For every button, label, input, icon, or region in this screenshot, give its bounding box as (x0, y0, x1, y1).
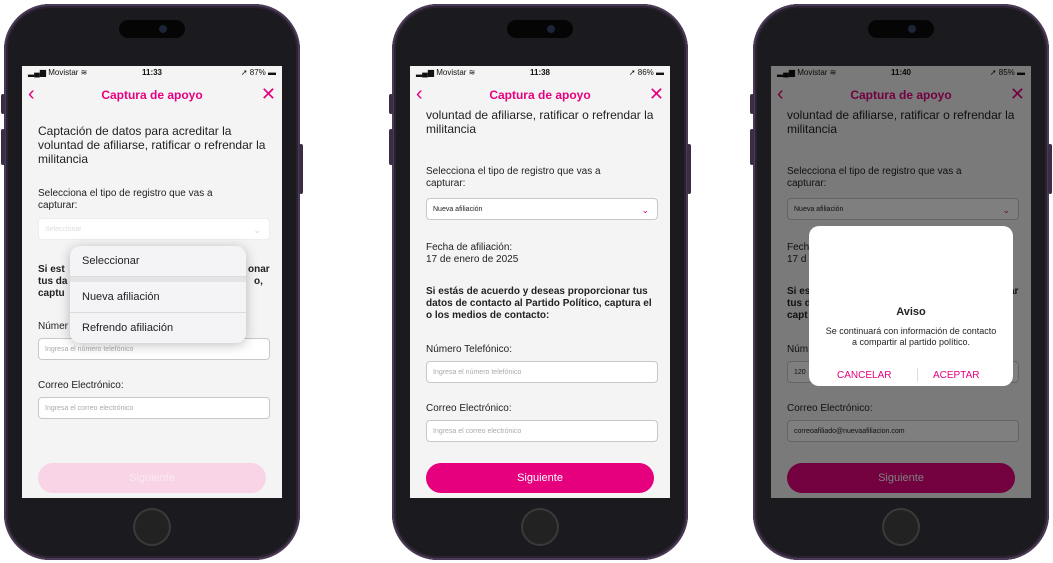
registration-type-label: Selecciona el tipo de registro que vas a… (38, 188, 213, 211)
registration-type-select[interactable]: Nueva afiliación⌄ (426, 198, 658, 220)
phone-1: ▂▄▆ Movistar ≋ 11:33 ➚ 87% ▬ ‹ Captura d… (1, 4, 303, 560)
screen-contact-form: ▂▄▆ Movistar ≋ 11:38 ➚ 86% ▬ ‹ Captura d… (410, 66, 670, 498)
chevron-down-icon: ⌄ (253, 225, 261, 235)
nav-bar: ‹ Captura de apoyo ✕ (410, 82, 670, 110)
contact-consent-text: Si estás de acuerdo y deseas proporciona… (426, 286, 652, 321)
alert-title: Aviso (896, 306, 926, 318)
chevron-down-icon: ⌄ (641, 205, 649, 215)
consent-partial-right-1: onar (248, 264, 270, 275)
nav-bar: ‹ Captura de apoyo ✕ (22, 82, 282, 110)
registration-type-select[interactable]: Seleccionar ⌄ (38, 218, 270, 240)
battery-indicator: ➚ 86% ▬ (628, 68, 664, 77)
phone-label: Número Telefónico: (426, 344, 512, 355)
camera-notch (507, 20, 573, 38)
next-button[interactable]: Siguiente (38, 463, 266, 493)
affiliation-date-label: Fecha de afiliación: (426, 242, 513, 253)
screen-confirm-dialog: ▂▄▆ Movistar ≋ 11:40 ➚ 85% ▬ ‹ Captura d… (771, 66, 1031, 498)
home-button[interactable] (133, 508, 171, 546)
close-icon[interactable]: ✕ (261, 84, 276, 104)
screen-select-type: ▂▄▆ Movistar ≋ 11:33 ➚ 87% ▬ ‹ Captura d… (22, 66, 282, 498)
option-seleccionar[interactable]: Seleccionar (70, 246, 246, 277)
status-bar: ▂▄▆ Movistar ≋ 11:33 ➚ 87% ▬ (22, 66, 282, 80)
nav-title: Captura de apoyo (101, 88, 203, 102)
close-icon[interactable]: ✕ (649, 84, 664, 104)
option-nueva-afiliacion[interactable]: Nueva afiliación (70, 282, 246, 313)
camera-notch (119, 20, 185, 38)
phone-input[interactable]: Ingresa el número telefónico (426, 361, 658, 383)
nav-title: Captura de apoyo (489, 88, 591, 102)
consent-partial-right-2: o, (254, 276, 263, 287)
form-heading-scrolled: voluntad de afiliarse, ratificar o refre… (426, 108, 654, 136)
alert-cancel-button[interactable]: CANCELAR (837, 370, 891, 381)
email-label: Correo Electrónico: (426, 403, 512, 414)
form-heading: Captación de datos para acreditar la vol… (38, 124, 266, 166)
option-refrendo-afiliacion[interactable]: Refrendo afiliación (70, 313, 246, 343)
registration-type-label: Selecciona el tipo de registro que vas a… (426, 166, 601, 189)
status-bar: ▂▄▆ Movistar ≋ 11:38 ➚ 86% ▬ (410, 66, 670, 80)
phone-2: ▂▄▆ Movistar ≋ 11:38 ➚ 86% ▬ ‹ Captura d… (389, 4, 691, 560)
email-input[interactable]: Ingresa el correo electrónico (38, 397, 270, 419)
alert-dialog: Aviso Se continuará con información de c… (809, 226, 1013, 386)
next-button[interactable]: Siguiente (426, 463, 654, 493)
battery-indicator: ➚ 87% ▬ (240, 68, 276, 77)
alert-message: Se continuará con información de contact… (825, 326, 997, 347)
registration-type-dropdown: Seleccionar Nueva afiliación Refrendo af… (70, 246, 246, 343)
phone-3: ▂▄▆ Movistar ≋ 11:40 ➚ 85% ▬ ‹ Captura d… (750, 4, 1052, 560)
home-button[interactable] (521, 508, 559, 546)
email-input[interactable]: Ingresa el correo electrónico (426, 420, 658, 442)
affiliation-date-value: 17 de enero de 2025 (426, 254, 519, 265)
email-label: Correo Electrónico: (38, 380, 124, 391)
camera-notch (868, 20, 934, 38)
alert-accept-button[interactable]: ACEPTAR (933, 370, 980, 381)
home-button[interactable] (882, 508, 920, 546)
